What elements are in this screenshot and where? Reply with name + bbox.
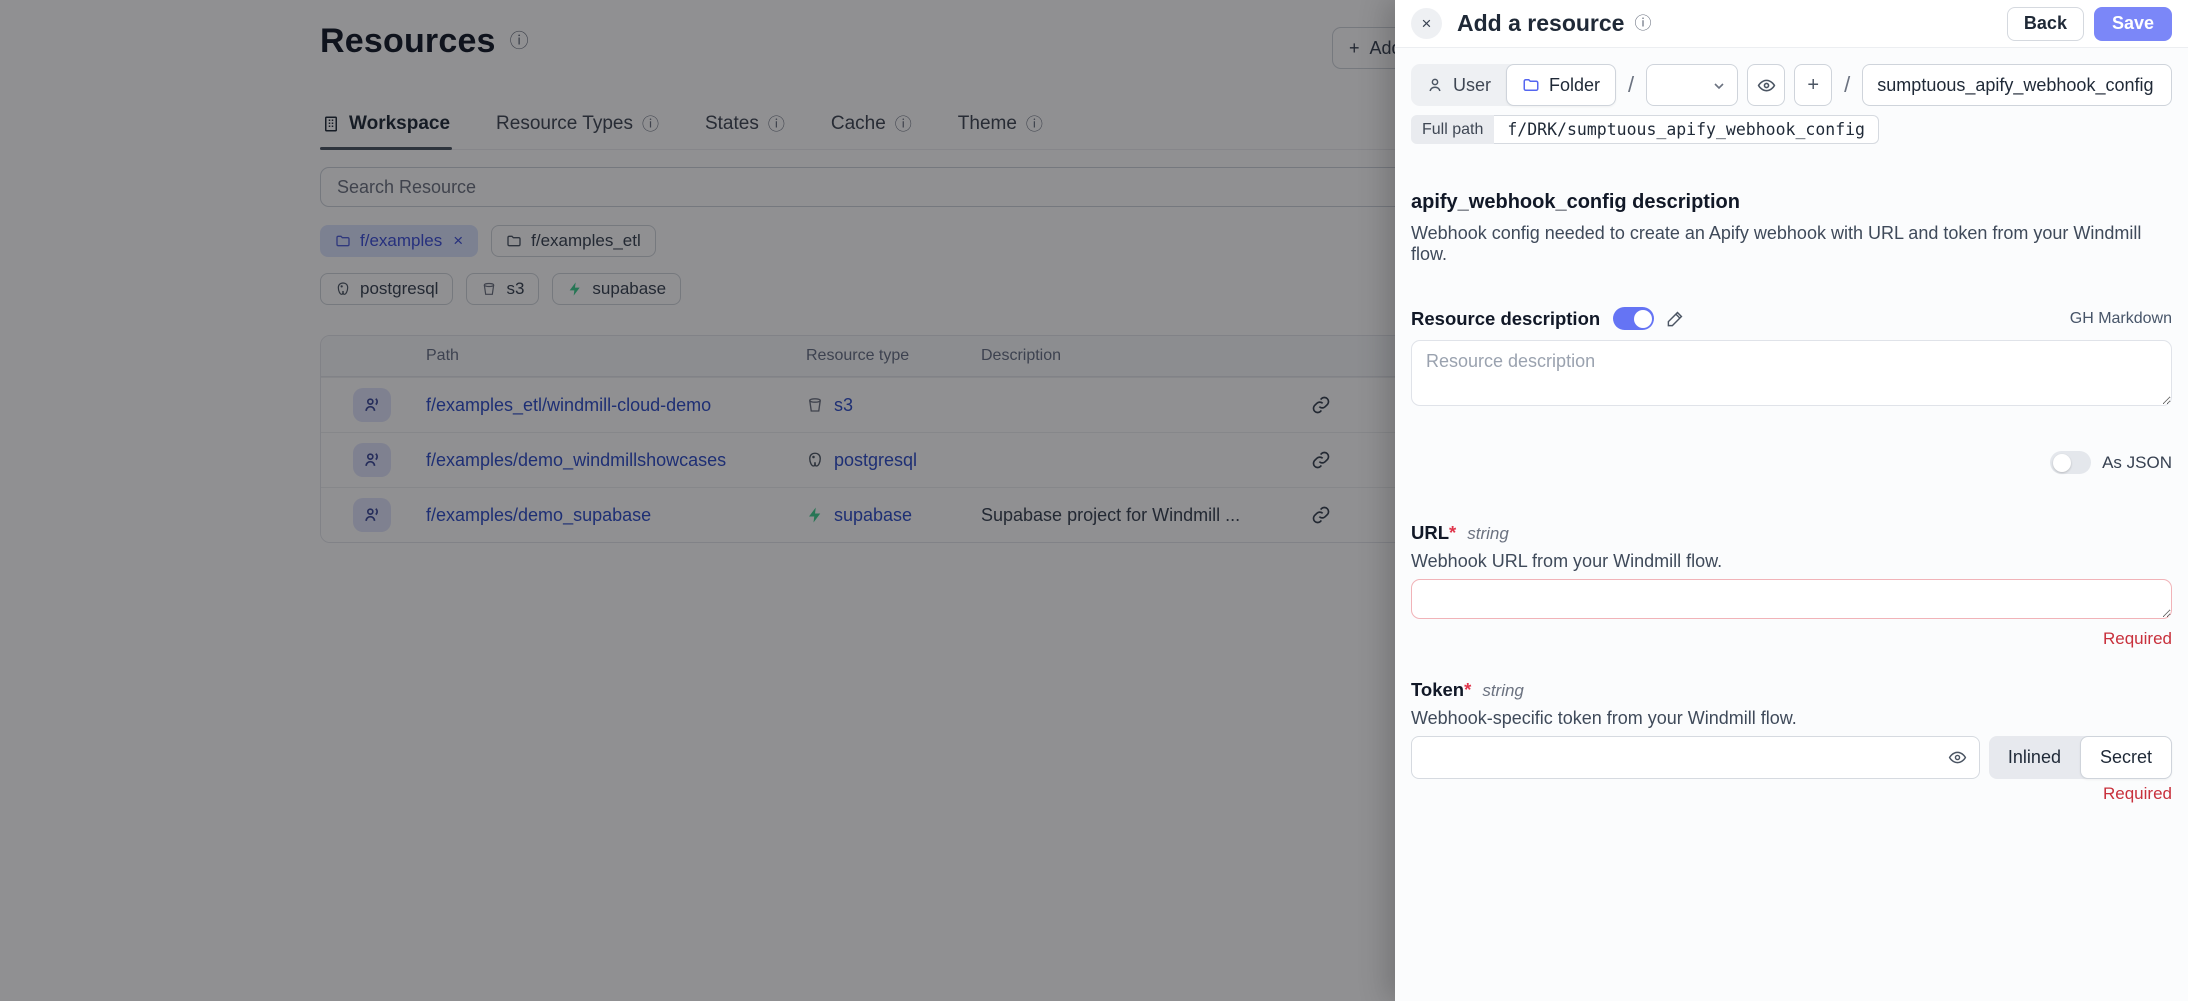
- url-input[interactable]: [1411, 579, 2172, 619]
- url-field-block: URL* string Webhook URL from your Windmi…: [1411, 522, 2172, 649]
- drawer-title: Add a resource: [1457, 10, 1624, 37]
- token-mode-toggle: Inlined Secret: [1989, 736, 2172, 779]
- description-toggle[interactable]: [1613, 307, 1654, 330]
- token-mode-secret[interactable]: Secret: [2080, 736, 2172, 779]
- url-label: URL*: [1411, 522, 1456, 544]
- url-help-text: Webhook URL from your Windmill flow.: [1411, 551, 2172, 572]
- save-button[interactable]: Save: [2094, 7, 2172, 41]
- eye-icon: [1757, 76, 1776, 95]
- screen: Resources ⓘ Workspace Resource Types ⓘ S…: [0, 0, 2188, 1001]
- owner-kind-folder-label: Folder: [1549, 75, 1600, 96]
- owner-kind-folder[interactable]: Folder: [1506, 64, 1616, 106]
- owner-kind-toggle: User Folder: [1411, 64, 1616, 106]
- drawer-header: × Add a resource ⓘ Back Save: [1395, 0, 2188, 48]
- path-separator: /: [1841, 72, 1853, 98]
- url-required-message: Required: [1411, 629, 2172, 649]
- token-field-block: Token* string Webhook-specific token fro…: [1411, 679, 2172, 804]
- close-icon[interactable]: ×: [1411, 8, 1442, 39]
- drawer-body: User Folder / +: [1395, 48, 2188, 820]
- gh-markdown-label: GH Markdown: [2070, 310, 2172, 328]
- description-toolbar: Resource description GH Markdown: [1411, 307, 2172, 330]
- path-builder-row: User Folder / +: [1411, 64, 2172, 106]
- plus-icon: +: [1807, 74, 1819, 97]
- new-folder-button[interactable]: +: [1794, 64, 1832, 106]
- full-path-label: Full path: [1411, 115, 1494, 144]
- required-star: *: [1464, 679, 1471, 700]
- as-json-toggle[interactable]: [2050, 451, 2091, 474]
- url-type: string: [1467, 524, 1509, 544]
- description-textarea[interactable]: [1411, 340, 2172, 406]
- token-input[interactable]: [1411, 736, 1980, 779]
- as-json-row: As JSON: [1411, 451, 2172, 474]
- user-icon: [1426, 76, 1444, 94]
- path-separator: /: [1625, 72, 1637, 98]
- info-icon[interactable]: ⓘ: [1634, 15, 1651, 32]
- folder-icon: [1522, 76, 1540, 94]
- token-label: Token*: [1411, 679, 1471, 701]
- resource-type-description-title: apify_webhook_config description: [1411, 191, 2172, 214]
- token-type: string: [1482, 681, 1524, 701]
- owner-kind-user-label: User: [1453, 75, 1491, 96]
- back-button[interactable]: Back: [2007, 7, 2084, 41]
- folder-select[interactable]: [1646, 64, 1738, 106]
- view-folder-button[interactable]: [1747, 64, 1785, 106]
- full-path-value: f/DRK/sumptuous_apify_webhook_config: [1494, 115, 1879, 144]
- edit-pencil-icon[interactable]: [1666, 309, 1685, 328]
- as-json-label: As JSON: [2102, 453, 2172, 473]
- token-help-text: Webhook-specific token from your Windmil…: [1411, 708, 2172, 729]
- required-star: *: [1449, 522, 1456, 543]
- resource-type-description-text: Webhook config needed to create an Apify…: [1411, 223, 2172, 265]
- full-path: Full path f/DRK/sumptuous_apify_webhook_…: [1411, 115, 1879, 144]
- chevron-down-icon: [1711, 78, 1727, 94]
- eye-icon[interactable]: [1948, 748, 1967, 772]
- owner-kind-user[interactable]: User: [1411, 64, 1506, 106]
- resource-name-input[interactable]: [1862, 64, 2172, 106]
- description-label: Resource description: [1411, 308, 1600, 330]
- token-required-message: Required: [1411, 784, 2172, 804]
- token-mode-inlined[interactable]: Inlined: [1989, 736, 2080, 779]
- add-resource-drawer: × Add a resource ⓘ Back Save User: [1395, 0, 2188, 1001]
